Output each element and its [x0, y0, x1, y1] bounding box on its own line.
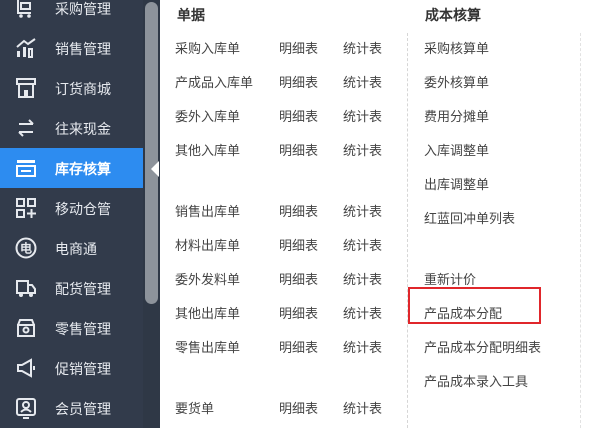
- sidebar-item-distribution[interactable]: 配货管理: [0, 268, 143, 308]
- costing-column-title: 成本核算: [425, 8, 481, 24]
- stats-link[interactable]: 统计表: [343, 140, 382, 159]
- sidebar-nav: 采购管理 销售管理 订货商城 往来现金 库存核算 移动仓管 电 电商通 配货管理…: [0, 0, 143, 428]
- active-pointer-arrow: [151, 161, 159, 177]
- detail-link[interactable]: 明细表: [279, 38, 318, 57]
- doc-link[interactable]: 销售出库单: [175, 201, 240, 220]
- detail-link[interactable]: 明细表: [279, 201, 318, 220]
- sidebar-item-purchase[interactable]: 采购管理: [0, 0, 143, 28]
- stats-link[interactable]: 统计表: [343, 398, 382, 417]
- stats-link[interactable]: 统计表: [343, 303, 382, 322]
- detail-link[interactable]: 明细表: [279, 303, 318, 322]
- documents-column-title: 单据: [177, 8, 205, 24]
- inventory-tray-icon: [14, 156, 38, 180]
- sidebar-item-label: 零售管理: [55, 322, 111, 338]
- megaphone-icon: [14, 356, 38, 380]
- sidebar-item-label: 销售管理: [55, 42, 111, 58]
- detail-link[interactable]: 明细表: [279, 106, 318, 125]
- doc-link[interactable]: 采购入库单: [175, 38, 240, 57]
- store-icon: [14, 76, 38, 100]
- costing-link[interactable]: 出库调整单: [424, 174, 489, 193]
- sidebar-item-label: 会员管理: [55, 402, 111, 418]
- ecommerce-circle-icon: 电: [14, 236, 38, 260]
- costing-link[interactable]: 入库调整单: [424, 140, 489, 159]
- sidebar-item-cash[interactable]: 往来现金: [0, 108, 143, 148]
- sidebar-item-label: 采购管理: [55, 2, 111, 18]
- retail-shop-icon: [14, 316, 38, 340]
- doc-link[interactable]: 产成品入库单: [175, 72, 253, 91]
- doc-link[interactable]: 材料出库单: [175, 235, 240, 254]
- doc-link[interactable]: 零售出库单: [175, 337, 240, 356]
- costing-link[interactable]: 采购核算单: [424, 38, 489, 57]
- sidebar-item-sales[interactable]: 销售管理: [0, 28, 143, 68]
- costing-link[interactable]: 产品成本分配明细表: [424, 337, 541, 356]
- column-divider: [407, 33, 408, 428]
- column-divider: [580, 33, 581, 428]
- exchange-arrows-icon: [14, 116, 38, 140]
- sidebar-item-member[interactable]: 会员管理: [0, 388, 143, 428]
- sales-chart-icon: [14, 36, 38, 60]
- doc-link[interactable]: 其他出库单: [175, 303, 240, 322]
- doc-link[interactable]: 委外入库单: [175, 106, 240, 125]
- costing-link[interactable]: 委外核算单: [424, 72, 489, 91]
- stats-link[interactable]: 统计表: [343, 38, 382, 57]
- sidebar-item-inventory[interactable]: 库存核算: [0, 148, 143, 188]
- stats-link[interactable]: 统计表: [343, 201, 382, 220]
- sidebar-item-label: 移动仓管: [55, 202, 111, 218]
- sidebar-item-label: 订货商城: [55, 82, 111, 98]
- sidebar-item-promotion[interactable]: 促销管理: [0, 348, 143, 388]
- costing-link[interactable]: 重新计价: [424, 269, 476, 288]
- purchase-cart-icon: [14, 0, 38, 20]
- scrollbar-thumb[interactable]: [145, 2, 158, 304]
- sidebar-item-label: 电商通: [55, 242, 97, 258]
- delivery-truck-icon: [14, 276, 38, 300]
- costing-link[interactable]: 产品成本录入工具: [424, 371, 528, 390]
- stats-link[interactable]: 统计表: [343, 106, 382, 125]
- detail-link[interactable]: 明细表: [279, 398, 318, 417]
- stats-link[interactable]: 统计表: [343, 72, 382, 91]
- detail-link[interactable]: 明细表: [279, 337, 318, 356]
- sidebar-item-ecommerce[interactable]: 电 电商通: [0, 228, 143, 268]
- sidebar-item-label: 促销管理: [55, 362, 111, 378]
- sidebar-item-label: 配货管理: [55, 282, 111, 298]
- stats-link[interactable]: 统计表: [343, 269, 382, 288]
- svg-text:电: 电: [20, 241, 32, 256]
- stats-link[interactable]: 统计表: [343, 235, 382, 254]
- sidebar-item-label: 往来现金: [55, 122, 111, 138]
- doc-link[interactable]: 要货单: [175, 398, 214, 417]
- detail-link[interactable]: 明细表: [279, 269, 318, 288]
- stats-link[interactable]: 统计表: [343, 337, 382, 356]
- doc-link[interactable]: 委外发料单: [175, 269, 240, 288]
- apps-grid-icon: [14, 196, 38, 220]
- detail-link[interactable]: 明细表: [279, 140, 318, 159]
- sidebar-item-mobile-warehouse[interactable]: 移动仓管: [0, 188, 143, 228]
- costing-link[interactable]: 费用分摊单: [424, 106, 489, 125]
- highlight-box: [408, 287, 541, 324]
- sidebar-item-retail[interactable]: 零售管理: [0, 308, 143, 348]
- detail-link[interactable]: 明细表: [279, 72, 318, 91]
- sidebar-item-store[interactable]: 订货商城: [0, 68, 143, 108]
- sidebar-item-label: 库存核算: [55, 162, 111, 178]
- doc-link[interactable]: 其他入库单: [175, 140, 240, 159]
- detail-link[interactable]: 明细表: [279, 235, 318, 254]
- costing-link[interactable]: 红蓝回冲单列表: [424, 208, 515, 227]
- member-card-icon: [14, 396, 38, 420]
